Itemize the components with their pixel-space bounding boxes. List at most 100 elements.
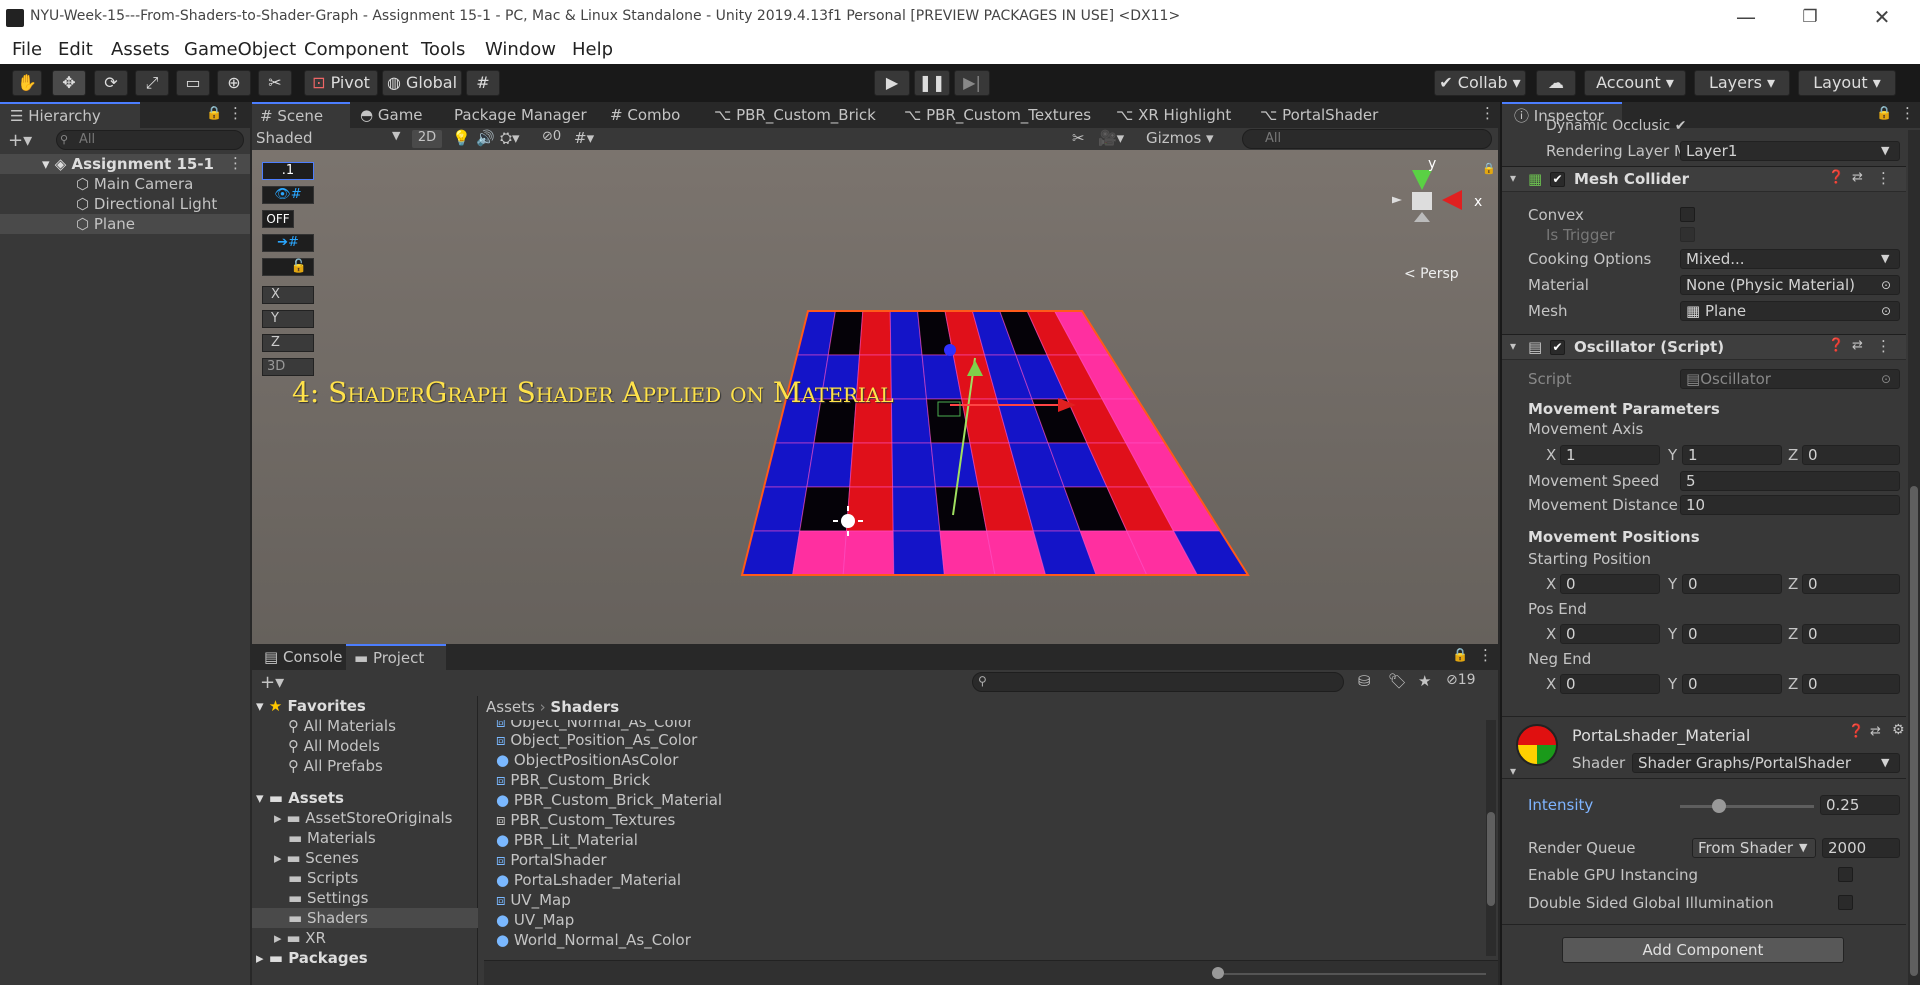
filter-type-icon[interactable]: ⛁ [1358, 672, 1371, 690]
rect-tool-icon[interactable]: ▭ [176, 70, 210, 96]
account-dropdown[interactable]: Account ▾ [1584, 70, 1686, 96]
kebab-menu-icon[interactable]: ⋮ [1478, 646, 1493, 664]
visibility-toggle-icon[interactable]: 👁# [262, 186, 314, 204]
tools-icon[interactable]: ✂ [1072, 129, 1085, 147]
neg-end-z-input[interactable]: 0 [1802, 674, 1900, 694]
neg-end-y-input[interactable]: 0 [1682, 674, 1782, 694]
gizmo-lock-icon[interactable]: 🔒 [1482, 162, 1496, 175]
favorite-star-icon[interactable]: ★ [1418, 672, 1431, 690]
file-item[interactable]: ⧈ PortalShader [496, 850, 607, 870]
transform-tool-icon[interactable]: ⊕ [217, 70, 251, 96]
object-picker-icon[interactable]: ⊙ [1881, 302, 1891, 320]
favorites-header[interactable]: ▾ ★ Favorites [256, 696, 366, 716]
menu-component[interactable]: Component [304, 39, 409, 60]
render-queue-input[interactable]: 2000 [1822, 838, 1900, 858]
off-toggle[interactable]: OFF [262, 210, 294, 228]
tab-console[interactable]: ▤ Console [260, 644, 343, 670]
object-picker-icon[interactable]: ⊙ [1881, 276, 1891, 294]
folder-xr[interactable]: ▸ ▬ XR [274, 928, 326, 948]
render-queue-dropdown[interactable]: From Shader ▼ [1692, 838, 1816, 858]
lighting-toggle-icon[interactable]: 💡 [452, 129, 471, 147]
snap-grid-icon[interactable]: # [466, 70, 500, 96]
intensity-slider-track[interactable] [1680, 805, 1814, 808]
scene-root-item[interactable]: ▾ ◈ Assignment 15-1 [0, 154, 250, 174]
preset-icon[interactable]: ⇄ [1852, 170, 1863, 185]
mode-2d-toggle[interactable]: 2D [412, 130, 442, 148]
fold-arrow-icon[interactable]: ▾ [1510, 339, 1516, 353]
lock-grid-icon[interactable]: 🔓 [262, 258, 314, 276]
component-menu-icon[interactable]: ⋮ [1876, 337, 1891, 355]
file-item[interactable]: ⧈ PBR_Custom_Brick [496, 770, 650, 790]
project-search-input[interactable] [972, 672, 1344, 692]
assets-root[interactable]: ▾ ▬ Assets [256, 788, 344, 808]
close-icon[interactable]: ✕ [1852, 0, 1912, 36]
scale-tool-icon[interactable]: ⤢ [135, 70, 169, 96]
folder-assetstoreoriginals[interactable]: ▸ ▬ AssetStoreOriginals [274, 808, 452, 828]
folder-scripts[interactable]: ▬ Scripts [288, 868, 358, 888]
file-item[interactable]: ⧈ PBR_Custom_Textures [496, 810, 675, 830]
rotate-tool-icon[interactable]: ⟳ [94, 70, 128, 96]
pos-end-z-input[interactable]: 0 [1802, 624, 1900, 644]
tab-combo[interactable]: # Combo [610, 102, 680, 128]
tab-game[interactable]: ◓ Game [356, 102, 423, 128]
icon-size-slider-thumb[interactable] [1212, 967, 1224, 979]
start-z-input[interactable]: 0 [1802, 574, 1900, 594]
scrollbar-thumb[interactable] [1910, 486, 1918, 976]
tab-pbr-custom-brick[interactable]: ⌥ PBR_Custom_Brick [714, 102, 876, 128]
start-x-input[interactable]: 0 [1560, 574, 1660, 594]
file-item[interactable]: ● ObjectPositionAsColor [496, 750, 678, 770]
tab-project[interactable]: ▬ Project [346, 644, 446, 670]
start-y-input[interactable]: 0 [1682, 574, 1782, 594]
folder-scenes[interactable]: ▸ ▬ Scenes [274, 848, 359, 868]
scale-field[interactable]: .1 [262, 162, 314, 180]
create-plus-button[interactable]: +▾ [8, 130, 32, 151]
favorite-all-materials[interactable]: ⚲ All Materials [288, 716, 396, 736]
file-item[interactable]: ● PBR_Custom_Brick_Material [496, 790, 722, 810]
filter-label-icon[interactable]: 🏷 [1388, 672, 1407, 690]
menu-window[interactable]: Window [485, 39, 556, 60]
mesh-collider-header[interactable]: ▾ ▦ ✔ Mesh Collider ❓ ⇄ ⋮ [1502, 166, 1906, 192]
rendering-layer-dropdown[interactable]: Layer1 ▼ [1680, 141, 1900, 161]
hierarchy-item-plane[interactable]: ⬡ Plane [0, 214, 250, 234]
maximize-icon[interactable]: ❐ [1780, 0, 1840, 36]
favorite-all-models[interactable]: ⚲ All Models [288, 736, 380, 756]
tab-scene[interactable]: # Scene [252, 102, 350, 128]
neg-end-x-input[interactable]: 0 [1560, 674, 1660, 694]
pivot-toggle[interactable]: ⊡ Pivot [304, 70, 378, 96]
file-list-scrollbar[interactable] [1486, 720, 1496, 956]
camera-icon[interactable]: 🎥▾ [1098, 129, 1124, 147]
breadcrumb-assets[interactable]: Assets [486, 698, 535, 716]
add-component-button[interactable]: Add Component [1562, 937, 1844, 963]
movement-distance-input[interactable]: 10 [1680, 495, 1900, 515]
axis-x-toggle[interactable]: X [262, 286, 314, 304]
menu-file[interactable]: File [12, 39, 42, 60]
shader-dropdown[interactable]: Shader Graphs/PortalShader ▼ [1632, 753, 1900, 773]
kebab-menu-icon[interactable]: ⋮ [228, 104, 243, 122]
cloud-icon[interactable]: ☁ [1536, 70, 1576, 96]
lock-icon[interactable]: 🔒 [1452, 648, 1468, 663]
tab-package-manager[interactable]: Package Manager [452, 102, 587, 128]
file-item[interactable]: ● PBR_Lit_Material [496, 830, 638, 850]
help-icon[interactable]: ❓ [1828, 338, 1844, 353]
packages-root[interactable]: ▸ ▬ Packages [256, 948, 368, 968]
axis-z-toggle[interactable]: Z [262, 334, 314, 352]
scene-search-input[interactable]: All [1242, 129, 1492, 149]
tab-xr-highlight[interactable]: ⌥ XR Highlight [1116, 102, 1231, 128]
create-plus-button[interactable]: +▾ [260, 672, 284, 693]
file-item[interactable]: ⧈ UV_Map [496, 890, 571, 910]
pause-button[interactable]: ❚❚ [914, 70, 950, 96]
settings-gear-icon[interactable]: ⚙ [1892, 722, 1905, 738]
inspector-scrollbar[interactable] [1908, 130, 1920, 985]
movement-axis-z-input[interactable]: 0 [1802, 445, 1900, 465]
preset-icon[interactable]: ⇄ [1870, 724, 1881, 739]
scrollbar-thumb[interactable] [1487, 812, 1495, 906]
hidden-objects-toggle[interactable]: ⊘0 [542, 129, 561, 144]
effects-toggle-icon[interactable]: ⛭▾ [500, 129, 520, 147]
double-sided-gi-checkbox[interactable] [1838, 895, 1853, 910]
menu-help[interactable]: Help [572, 39, 613, 60]
lock-icon[interactable]: 🔒 [1876, 106, 1892, 121]
convex-checkbox[interactable] [1680, 207, 1695, 222]
lock-icon[interactable]: 🔒 [206, 106, 222, 121]
movement-speed-input[interactable]: 5 [1680, 471, 1900, 491]
tab-portalshader[interactable]: ⌥ PortalShader [1260, 102, 1378, 128]
